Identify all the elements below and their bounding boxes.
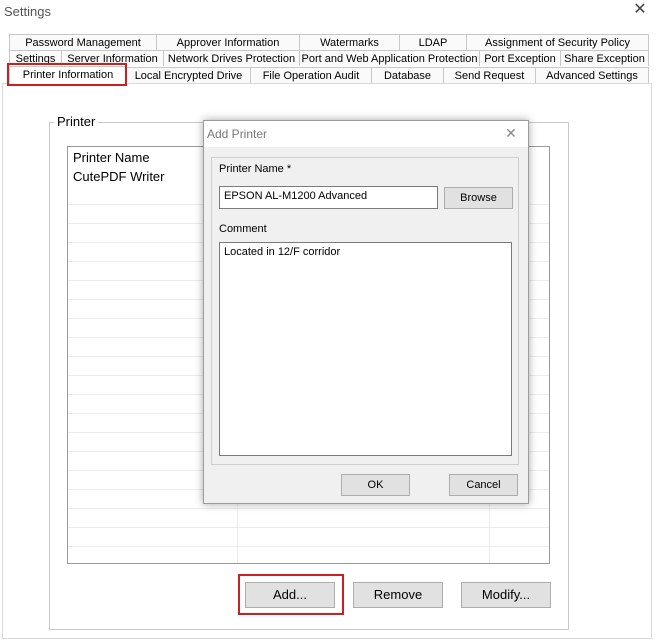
tab-local-encrypted-drive[interactable]: Local Encrypted Drive bbox=[126, 67, 250, 83]
tab-password-management[interactable]: Password Management bbox=[9, 34, 156, 50]
dialog-title: Add Printer bbox=[207, 127, 268, 141]
tab-send-request[interactable]: Send Request bbox=[443, 67, 535, 83]
tab-network-drives-protection[interactable]: Network Drives Protection bbox=[163, 50, 299, 66]
tab-port-exception[interactable]: Port Exception bbox=[479, 50, 560, 66]
tab-share-exception[interactable]: Share Exception bbox=[560, 50, 649, 66]
highlight-box-add-button bbox=[238, 574, 344, 615]
modify-button[interactable]: Modify... bbox=[461, 582, 551, 608]
comment-label: Comment bbox=[219, 223, 267, 235]
list-item-label: CutePDF Writer bbox=[73, 169, 165, 184]
dialog-close-icon[interactable]: ✕ bbox=[503, 125, 519, 141]
empty-row bbox=[68, 509, 549, 528]
printer-group-label: Printer bbox=[54, 114, 99, 129]
tab-assignment-of-security-policy[interactable]: Assignment of Security Policy bbox=[466, 34, 649, 50]
cancel-button[interactable]: Cancel bbox=[449, 474, 518, 496]
remove-button[interactable]: Remove bbox=[353, 582, 443, 608]
browse-button[interactable]: Browse bbox=[444, 187, 513, 209]
window-title: Settings bbox=[4, 4, 51, 19]
printer-name-field[interactable]: EPSON AL-M1200 Advanced bbox=[219, 186, 438, 209]
highlight-box-printer-tab bbox=[7, 63, 127, 86]
column-header-printer-name: Printer Name bbox=[73, 150, 150, 165]
tab-file-operation-audit[interactable]: File Operation Audit bbox=[250, 67, 371, 83]
tab-port-and-web-application-protection[interactable]: Port and Web Application Protection bbox=[299, 50, 479, 66]
tab-ldap[interactable]: LDAP bbox=[399, 34, 466, 50]
ok-button[interactable]: OK bbox=[341, 474, 410, 496]
printer-name-label: Printer Name * bbox=[219, 163, 292, 175]
comment-textarea[interactable]: Located in 12/F corridor bbox=[219, 242, 512, 456]
tab-advanced-settings[interactable]: Advanced Settings bbox=[535, 67, 649, 83]
tab-watermarks[interactable]: Watermarks bbox=[299, 34, 399, 50]
tab-approver-information[interactable]: Approver Information bbox=[156, 34, 299, 50]
tab-database[interactable]: Database bbox=[371, 67, 443, 83]
close-icon[interactable]: ✕ bbox=[632, 2, 648, 18]
empty-row bbox=[68, 528, 549, 547]
